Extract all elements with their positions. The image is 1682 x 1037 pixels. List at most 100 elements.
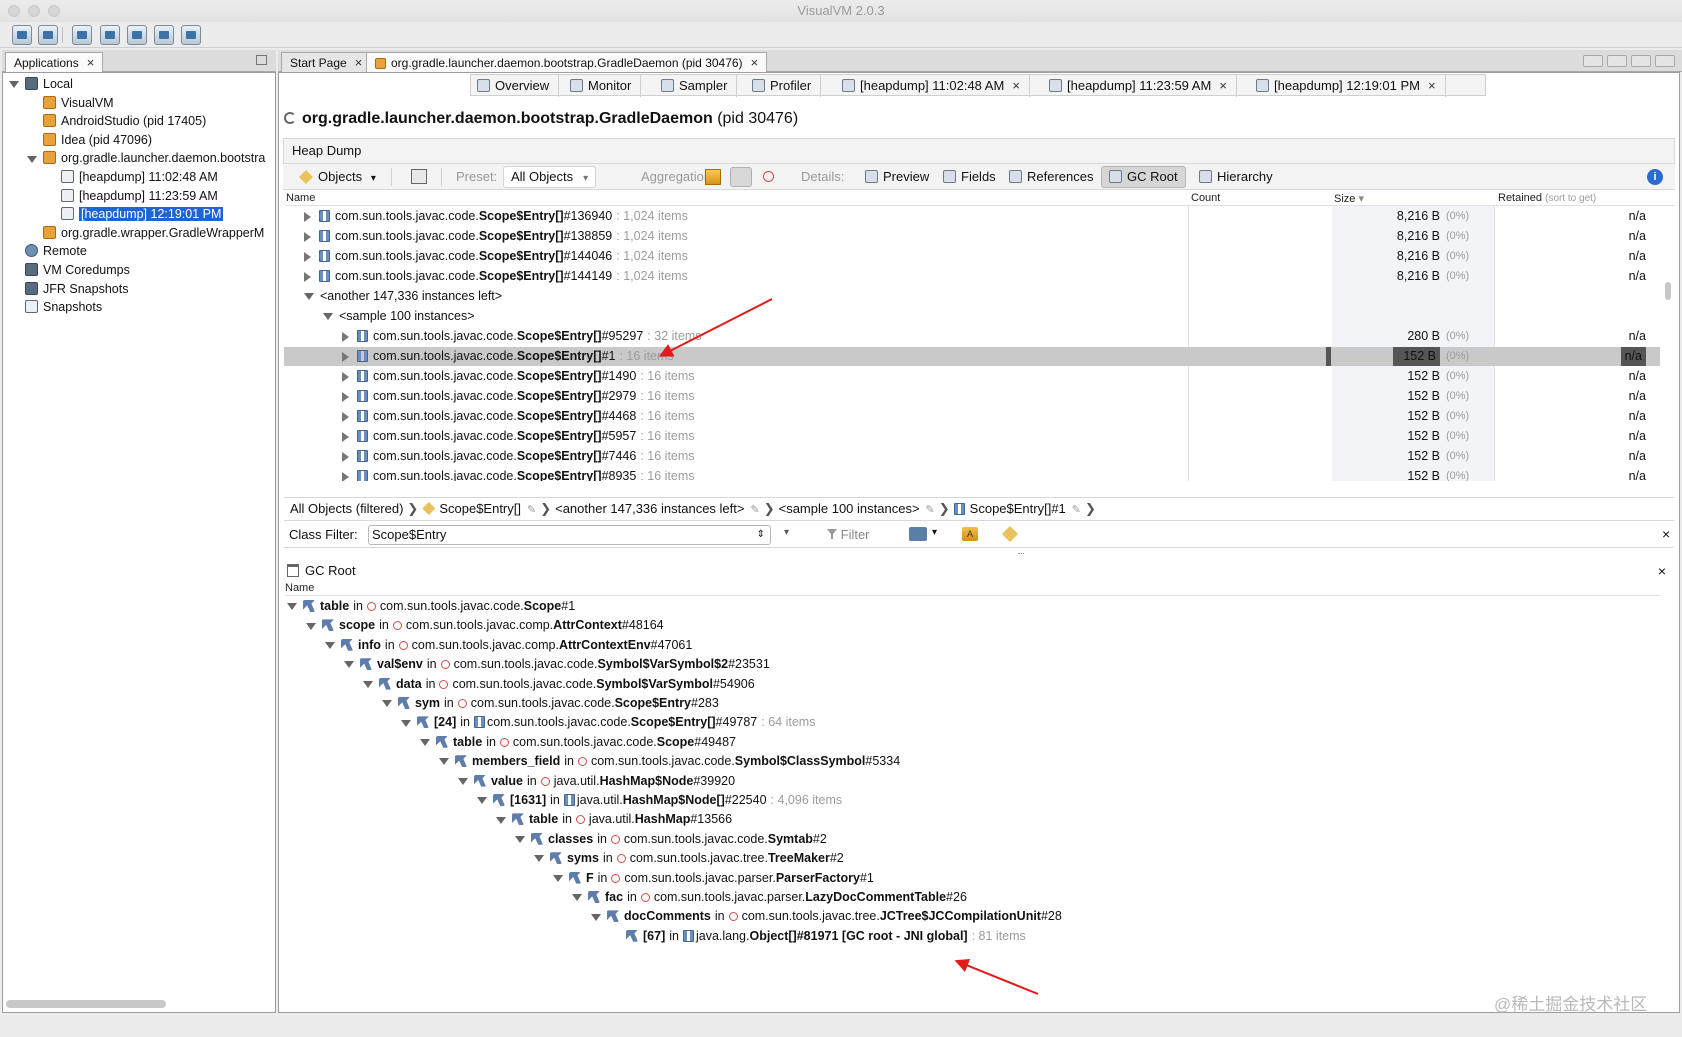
collapsed-arrow-icon[interactable]: [304, 251, 311, 262]
save-icon[interactable]: [38, 25, 58, 45]
gc-root-row[interactable]: table in java.util.HashMap#13566: [496, 810, 732, 829]
gc-root-row[interactable]: Fin com.sun.tools.javac.parser.ParserFact…: [553, 869, 874, 888]
table-row[interactable]: com.sun.tools.javac.code.Scope$Entry[]#1…: [284, 267, 1660, 286]
subtab-6[interactable]: [heapdump] 12:19:01 PM ×: [1250, 75, 1446, 97]
doc-tab[interactable]: org.gradle.launcher.daemon.bootstrap.Gra…: [366, 52, 768, 73]
aggregate-packages-icon[interactable]: [730, 167, 752, 187]
table-row[interactable]: com.sun.tools.javac.code.Scope$Entry[]#8…: [284, 467, 1660, 481]
close-icon[interactable]: ×: [751, 53, 759, 73]
tree-item[interactable]: [heapdump] 11:23:59 AM: [45, 187, 218, 206]
snapshot-toggle-icon[interactable]: [411, 169, 427, 184]
column-chooser-icon[interactable]: [909, 527, 927, 541]
gc-root-row[interactable]: fac in com.sun.tools.javac.parser.LazyDocC…: [572, 888, 967, 907]
name-filter-icon[interactable]: A: [962, 527, 978, 541]
expand-arrow-icon[interactable]: [306, 622, 316, 630]
gc-root-row[interactable]: syms in com.sun.tools.javac.tree.TreeMaker…: [534, 849, 844, 868]
gc-root-row[interactable]: members_field in com.sun.tools.javac.code.…: [439, 752, 900, 771]
tree-item[interactable]: org.gradle.wrapper.GradleWrapperM: [27, 224, 264, 243]
objects-vertical-scrollbar[interactable]: [1665, 282, 1671, 300]
table-row[interactable]: com.sun.tools.javac.code.Scope$Entry[]#1…: [284, 227, 1660, 246]
open-icon[interactable]: [12, 25, 32, 45]
collapsed-arrow-icon[interactable]: [342, 371, 349, 382]
close-icon[interactable]: ×: [87, 53, 95, 73]
expand-arrow-icon[interactable]: [534, 855, 544, 863]
expand-arrow-icon[interactable]: [363, 680, 373, 688]
expand-arrow-icon[interactable]: [9, 81, 19, 89]
close-filter-icon[interactable]: ×: [1662, 526, 1670, 542]
gc-root-row[interactable]: data in com.sun.tools.javac.code.Symbol$Va…: [363, 675, 755, 694]
breadcrumb-item[interactable]: <sample 100 instances>: [779, 501, 920, 516]
tree-item[interactable]: [heapdump] 12:19:01 PM: [45, 205, 224, 224]
close-window-button[interactable]: [8, 5, 20, 17]
gc-root-row[interactable]: table in com.sun.tools.javac.code.Scope#49…: [420, 733, 736, 752]
table-row[interactable]: com.sun.tools.javac.code.Scope$Entry[]#5…: [284, 427, 1660, 446]
close-icon[interactable]: ×: [355, 53, 363, 73]
doc-tab[interactable]: Start Page ×: [281, 52, 372, 73]
nav-left-icon[interactable]: [1583, 55, 1603, 67]
expand-arrow-icon[interactable]: [382, 700, 392, 708]
collapsed-arrow-icon[interactable]: [342, 391, 349, 402]
pin-icon[interactable]: ✎: [926, 504, 935, 516]
details-gc-root-button[interactable]: GC Root: [1101, 166, 1186, 188]
aggregate-instances-icon[interactable]: [763, 171, 774, 182]
details-preview-button[interactable]: Preview: [857, 166, 937, 188]
close-icon[interactable]: ×: [1428, 75, 1436, 97]
tree-item[interactable]: Local: [9, 75, 73, 94]
preset-dropdown[interactable]: All Objects ▾: [503, 166, 597, 188]
expand-arrow-icon[interactable]: [420, 739, 430, 746]
aggregate-classes-icon[interactable]: [705, 169, 721, 185]
collapsed-arrow-icon[interactable]: [342, 411, 349, 422]
subtab-4[interactable]: [heapdump] 11:02:48 AM ×: [836, 75, 1030, 97]
table-row[interactable]: com.sun.tools.javac.code.Scope$Entry[]#7…: [284, 447, 1660, 466]
collapsed-arrow-icon[interactable]: [304, 271, 311, 282]
collapsed-arrow-icon[interactable]: [342, 351, 349, 362]
gc-column-name[interactable]: Name: [285, 582, 314, 594]
expand-arrow-icon[interactable]: [287, 603, 297, 611]
package-icon[interactable]: [1002, 526, 1018, 542]
pin-icon[interactable]: ✎: [527, 504, 536, 516]
collapsed-arrow-icon[interactable]: [304, 211, 311, 222]
info-icon[interactable]: i: [1647, 169, 1663, 185]
tab-applications[interactable]: Applications ×: [5, 52, 104, 73]
tree-item[interactable]: org.gradle.launcher.daemon.bootstra: [27, 149, 265, 168]
column-name[interactable]: Name: [286, 192, 315, 204]
gc-root-row[interactable]: sym in com.sun.tools.javac.code.Scope$Entr…: [382, 694, 719, 713]
tree-item[interactable]: Remote: [9, 242, 87, 261]
expand-arrow-icon[interactable]: [304, 293, 314, 301]
breadcrumb-item[interactable]: <another 147,336 instances left>: [555, 501, 744, 516]
close-icon[interactable]: ×: [1012, 75, 1020, 97]
gc-root-row[interactable]: scope in com.sun.tools.javac.comp.AttrCont…: [306, 616, 664, 635]
collapsed-arrow-icon[interactable]: [342, 431, 349, 442]
column-retained[interactable]: Retained (sort to get): [1498, 192, 1596, 204]
table-row[interactable]: com.sun.tools.javac.code.Scope$Entry[]#1…: [284, 207, 1660, 226]
expand-arrow-icon[interactable]: [458, 777, 468, 785]
gc-root-row[interactable]: info in com.sun.tools.javac.comp.AttrConte…: [325, 636, 692, 655]
tree-item[interactable]: VisualVM: [27, 94, 114, 113]
expand-arrow-icon[interactable]: [591, 913, 601, 921]
expand-arrow-icon[interactable]: [515, 836, 525, 843]
table-row[interactable]: com.sun.tools.javac.code.Scope$Entry[]#2…: [284, 387, 1660, 406]
gc-root-row[interactable]: value in java.util.HashMap$Node#39920: [458, 772, 735, 791]
splitter-handle[interactable]: [1018, 553, 1024, 556]
subtab-5[interactable]: [heapdump] 11:23:59 AM ×: [1043, 75, 1237, 97]
table-row[interactable]: com.sun.tools.javac.code.Scope$Entry[]#4…: [284, 407, 1660, 426]
minimize-panel-icon[interactable]: [256, 55, 267, 65]
gc-root-row[interactable]: val$env in com.sun.tools.javac.code.Symbol…: [344, 655, 770, 674]
column-chooser-dropdown[interactable]: ▾: [932, 527, 937, 538]
details-fields-button[interactable]: Fields: [935, 166, 1004, 188]
expand-arrow-icon[interactable]: [325, 642, 335, 649]
details-references-button[interactable]: References: [1001, 166, 1101, 188]
collapsed-arrow-icon[interactable]: [342, 451, 349, 462]
expand-arrow-icon[interactable]: [477, 797, 487, 805]
expand-arrow-icon[interactable]: [27, 155, 37, 163]
subtab-1[interactable]: Monitor: [564, 75, 642, 97]
dropdown-icon[interactable]: [1631, 55, 1651, 67]
filter-history-dropdown[interactable]: ▾: [784, 527, 789, 538]
expand-arrow-icon[interactable]: [496, 816, 506, 824]
close-icon[interactable]: ×: [1219, 75, 1227, 97]
subtab-0[interactable]: Overview: [471, 75, 560, 97]
nav-right-icon[interactable]: [1607, 55, 1627, 67]
breadcrumb-item[interactable]: All Objects (filtered): [290, 501, 403, 516]
column-size[interactable]: Size ▾: [1334, 192, 1364, 205]
zoom-window-button[interactable]: [48, 5, 60, 17]
